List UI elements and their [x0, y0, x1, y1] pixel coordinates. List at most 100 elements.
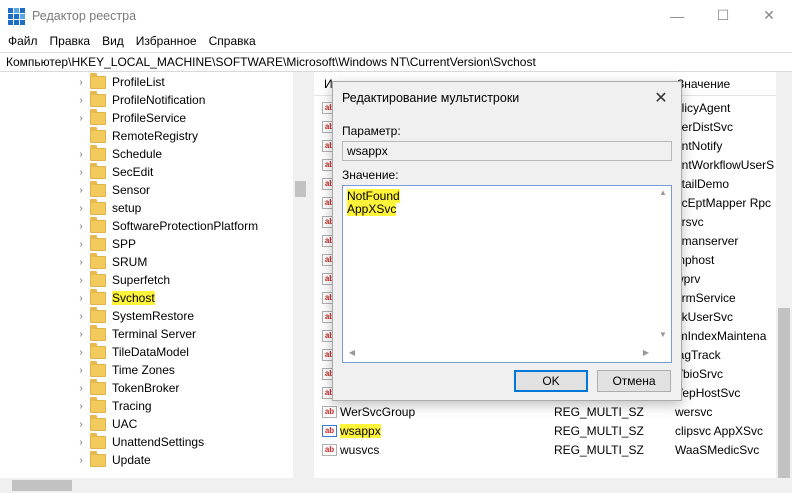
list-row[interactable]: ab WerSvcGroup REG_MULTI_SZ wersvc: [322, 402, 792, 421]
minimize-button[interactable]: —: [654, 0, 700, 31]
tree-item[interactable]: › ProfileService: [76, 108, 186, 127]
expand-chevron-icon[interactable]: ›: [76, 329, 86, 340]
expand-chevron-icon[interactable]: ›: [76, 419, 86, 430]
folder-icon: [90, 378, 106, 395]
tree-item-label: Update: [112, 453, 151, 467]
row-data: pcEptMapper Rpc: [675, 195, 772, 210]
scroll-left-arrow-icon[interactable]: ◀: [345, 348, 359, 360]
dialog-title: Редактирование мультистроки: [333, 82, 681, 113]
tree-item[interactable]: › ProfileList: [76, 72, 165, 91]
expand-chevron-icon[interactable]: ›: [76, 113, 86, 124]
expand-chevron-icon[interactable]: ›: [76, 77, 86, 88]
tree-item-label: SystemRestore: [112, 309, 195, 323]
row-data: VepHostSvc: [675, 385, 741, 400]
menu-file[interactable]: Файл: [2, 34, 44, 48]
expand-chevron-icon[interactable]: ›: [76, 149, 86, 160]
maximize-button[interactable]: ☐: [700, 0, 746, 31]
expand-chevron-icon[interactable]: ›: [76, 401, 86, 412]
expand-chevron-icon[interactable]: ›: [76, 185, 86, 196]
expand-chevron-icon[interactable]: ›: [76, 455, 86, 466]
menu-favorites[interactable]: Избранное: [130, 34, 203, 48]
row-data: ermService: [675, 290, 736, 305]
tree-item-label: TileDataModel: [112, 345, 189, 359]
tree-item[interactable]: › SystemRestore: [76, 306, 195, 325]
expand-chevron-icon[interactable]: ›: [76, 293, 86, 304]
dialog-close-button[interactable]: ✕: [641, 82, 681, 113]
folder-icon: [90, 252, 106, 269]
expand-chevron-icon[interactable]: ›: [76, 275, 86, 286]
row-type: REG_MULTI_SZ: [554, 423, 644, 438]
edit-multistring-dialog: Редактирование мультистроки ✕ Параметр: …: [332, 81, 682, 401]
folder-icon: [90, 180, 106, 197]
list-row-selected[interactable]: ab wsappx REG_MULTI_SZ clipsvc AppXSvc: [322, 421, 792, 440]
scrollbar-thumb[interactable]: [295, 181, 306, 197]
tree-item[interactable]: › SRUM: [76, 252, 148, 271]
list-vertical-scrollbar[interactable]: [776, 72, 792, 493]
expand-chevron-icon[interactable]: ›: [76, 437, 86, 448]
tree-item-label: ProfileList: [112, 75, 165, 89]
tree-item[interactable]: › Superfetch: [76, 270, 170, 289]
tree-item[interactable]: › Terminal Server: [76, 324, 196, 343]
column-data-header[interactable]: Значение: [677, 77, 730, 91]
textarea-vertical-scrollbar[interactable]: ▲ ▼: [655, 186, 671, 346]
close-button[interactable]: ✕: [746, 0, 792, 31]
tree-item[interactable]: › UAC: [76, 414, 137, 433]
menu-view[interactable]: Вид: [96, 34, 130, 48]
row-data: etailDemo: [675, 176, 730, 191]
expand-chevron-icon[interactable]: ›: [76, 257, 86, 268]
tree-item-label: SoftwareProtectionPlatform: [112, 219, 259, 233]
folder-icon: [90, 342, 106, 359]
scroll-down-arrow-icon[interactable]: ▼: [655, 330, 671, 344]
menu-help[interactable]: Справка: [203, 34, 262, 48]
expand-chevron-icon[interactable]: ›: [76, 221, 86, 232]
expand-chevron-icon[interactable]: ›: [76, 365, 86, 376]
expand-chevron-icon[interactable]: ›: [76, 347, 86, 358]
scroll-right-arrow-icon[interactable]: ▶: [639, 348, 653, 360]
list-row[interactable]: ab wusvcs REG_MULTI_SZ WaaSMedicSvc: [322, 440, 792, 459]
tree-item[interactable]: › Schedule: [76, 144, 162, 163]
tree-item[interactable]: › UnattendSettings: [76, 432, 204, 451]
expand-chevron-icon[interactable]: ›: [76, 167, 86, 178]
folder-icon: [90, 288, 106, 305]
expand-chevron-icon[interactable]: ›: [76, 383, 86, 394]
tree-item[interactable]: RemoteRegistry: [76, 126, 198, 145]
address-bar[interactable]: Компьютер\HKEY_LOCAL_MACHINE\SOFTWARE\Mi…: [0, 52, 792, 72]
cancel-button[interactable]: Отмена: [597, 370, 671, 392]
tree-item-label: SPP: [112, 237, 137, 251]
row-type: REG_MULTI_SZ: [554, 404, 644, 419]
ok-button[interactable]: OK: [514, 370, 588, 392]
tree-item[interactable]: › setup: [76, 198, 141, 217]
tree-item[interactable]: › SecEdit: [76, 162, 154, 181]
tree-item[interactable]: › Update: [76, 450, 151, 469]
tree-item-label: SRUM: [112, 255, 148, 269]
expand-chevron-icon[interactable]: ›: [76, 311, 86, 322]
tree-item[interactable]: › ProfileNotification: [76, 90, 205, 109]
tree-horizontal-scrollbar[interactable]: [0, 478, 308, 493]
expand-chevron-icon[interactable]: ›: [76, 95, 86, 106]
tree-vertical-scrollbar[interactable]: [293, 72, 308, 493]
value-data-textarea[interactable]: NotFound AppXSvc ▲ ▼ ◀ ▶: [342, 185, 672, 363]
scroll-up-arrow-icon[interactable]: ▲: [655, 188, 671, 202]
expand-chevron-icon[interactable]: ›: [76, 203, 86, 214]
expand-chevron-icon[interactable]: ›: [76, 239, 86, 250]
list-horizontal-scrollbar[interactable]: [314, 478, 776, 493]
row-data: WaaSMedicSvc: [675, 442, 760, 457]
tree-item[interactable]: › Tracing: [76, 396, 152, 415]
scrollbar-thumb[interactable]: [778, 308, 790, 478]
tree-item-label: SecEdit: [112, 165, 154, 179]
string-value-icon: ab: [322, 424, 337, 437]
tree-item[interactable]: › SoftwareProtectionPlatform: [76, 216, 259, 235]
textarea-horizontal-scrollbar[interactable]: ◀ ▶: [343, 346, 655, 362]
tree-item[interactable]: › TokenBroker: [76, 378, 179, 397]
row-name: wusvcs: [340, 442, 380, 457]
row-data: dkUserSvc: [675, 309, 734, 324]
tree-item[interactable]: › Sensor: [76, 180, 150, 199]
tree-item[interactable]: › Time Zones: [76, 360, 175, 379]
menu-edit[interactable]: Правка: [44, 34, 97, 48]
folder-icon: [90, 414, 106, 431]
tree-item[interactable]: › TileDataModel: [76, 342, 189, 361]
row-name: WerSvcGroup: [340, 404, 416, 419]
tree-item-selected[interactable]: › Svchost: [76, 288, 155, 307]
tree-item[interactable]: › SPP: [76, 234, 137, 253]
scrollbar-thumb[interactable]: [12, 480, 72, 491]
